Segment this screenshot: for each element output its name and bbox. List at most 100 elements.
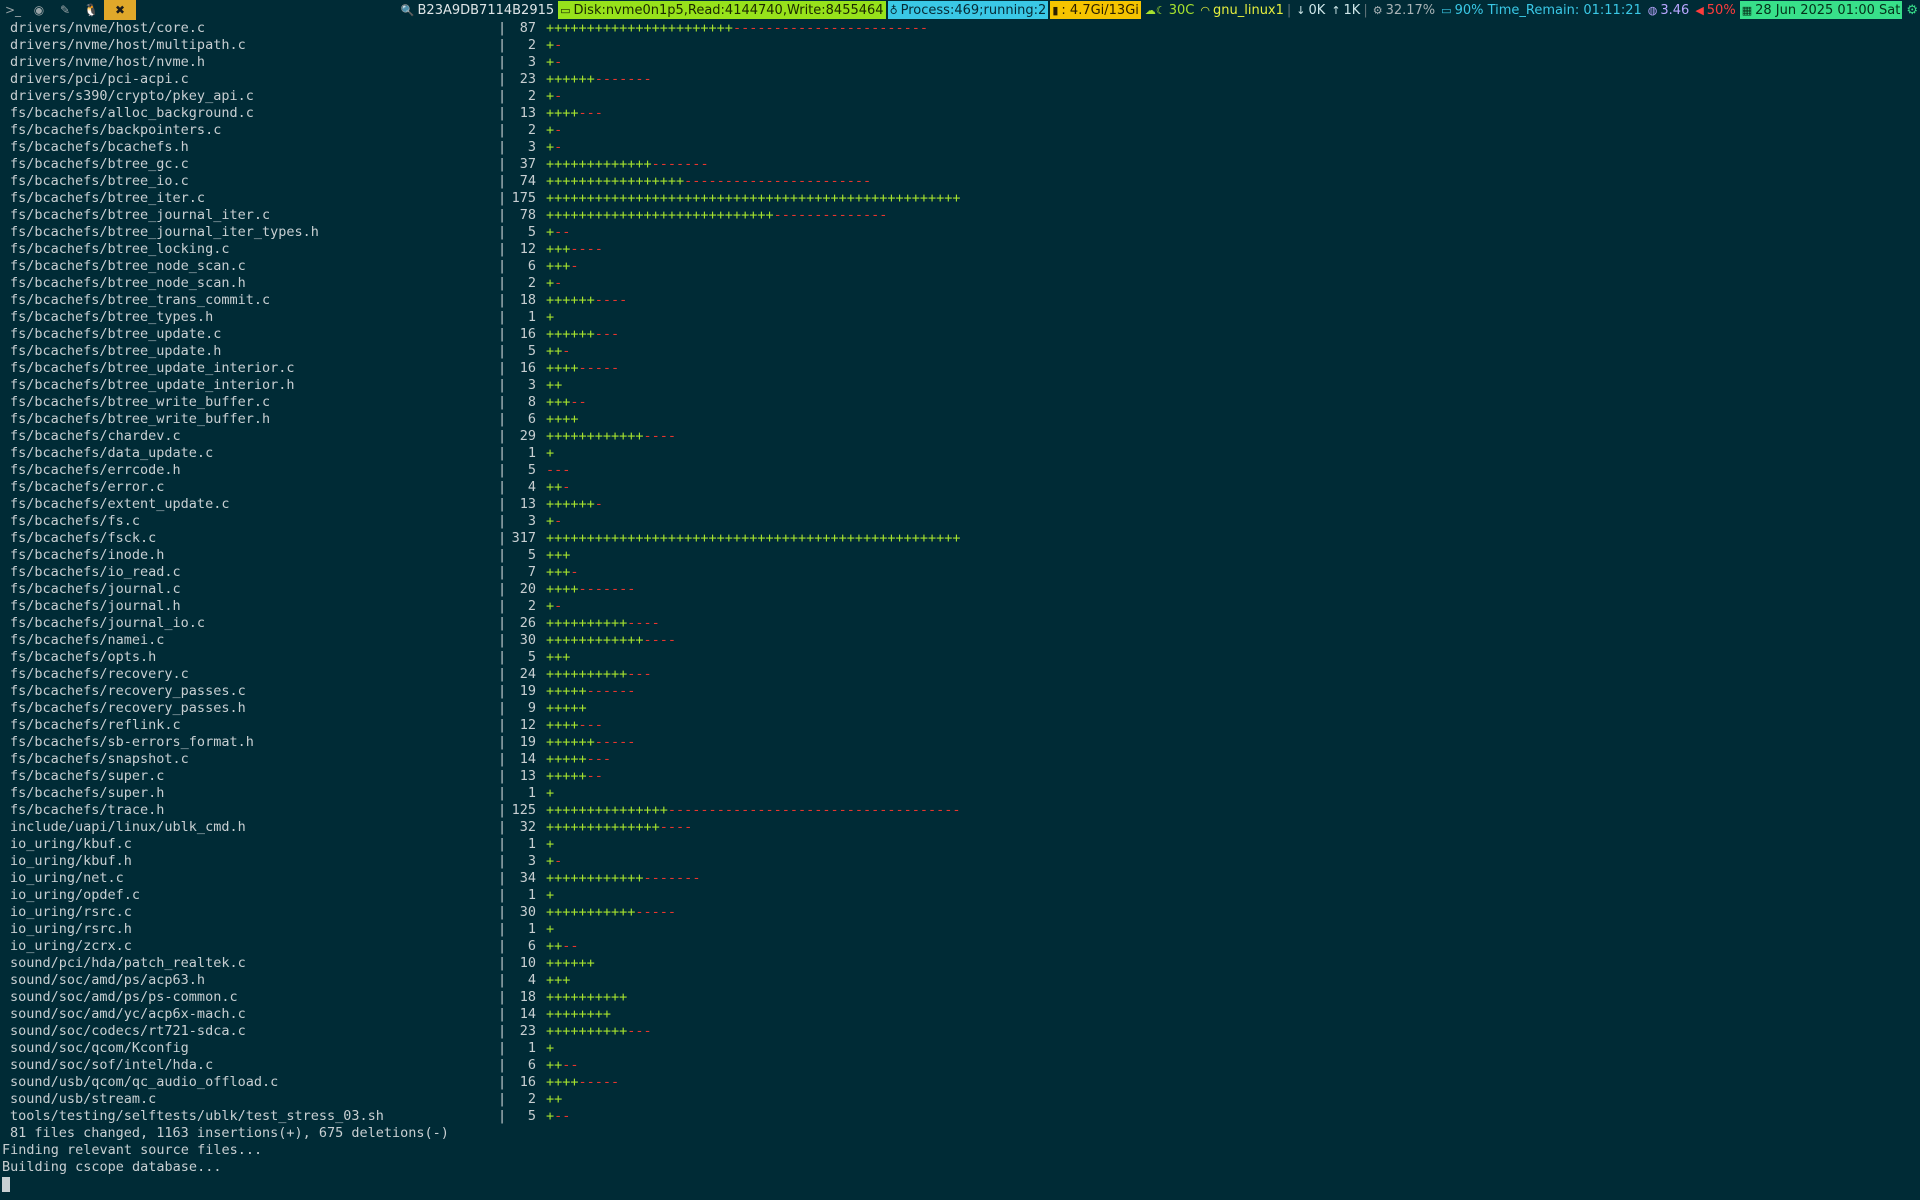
- prompt-line[interactable]: [0, 1176, 1920, 1193]
- file-path: drivers/pci/pci-acpi.c: [10, 71, 189, 87]
- arrow-down-icon: ↓: [1296, 3, 1306, 17]
- column-separator: |: [498, 870, 507, 886]
- file-path: fs/bcachefs/error.c: [10, 479, 165, 495]
- column-separator: |: [498, 275, 507, 291]
- change-count: 3: [527, 377, 536, 393]
- diffstat-row: fs/bcachefs/backpointers.c | 2 +-: [0, 122, 1920, 139]
- insertions-bar: ++++++++++: [546, 1023, 628, 1039]
- diffstat-row: fs/bcachefs/btree_journal_iter.c | 78 +++++…: [0, 207, 1920, 224]
- insertions-bar: ++++: [546, 717, 579, 733]
- insertions-bar: ++++++: [546, 955, 595, 971]
- column-separator: |: [498, 20, 507, 36]
- column-separator: |: [498, 411, 507, 427]
- file-path: fs/bcachefs/recovery_passes.h: [10, 700, 246, 716]
- terminal-icon[interactable]: >_: [0, 0, 26, 20]
- column-separator: |: [498, 819, 507, 835]
- diffstat-row: fs/bcachefs/inode.h | 5 +++: [0, 547, 1920, 564]
- column-separator: |: [498, 649, 507, 665]
- change-count: 9: [527, 700, 536, 716]
- change-graph: ++++++++++++----: [546, 632, 676, 649]
- deletions-bar: -----: [635, 904, 677, 920]
- terminal-cursor: [2, 1177, 10, 1192]
- file-path: fs/bcachefs/btree_write_buffer.h: [10, 411, 271, 427]
- diffstat-row: fs/bcachefs/btree_write_buffer.h | 6 ++++: [0, 411, 1920, 428]
- tray-app-icon[interactable]: ⚙: [1906, 3, 1918, 18]
- edit-icon[interactable]: ✎: [52, 0, 78, 20]
- change-count: 3: [527, 853, 536, 869]
- file-path: drivers/s390/crypto/pkey_api.c: [10, 88, 254, 104]
- change-count: 14: [519, 1006, 536, 1022]
- change-count: 78: [519, 207, 536, 223]
- file-path: fs/bcachefs/fs.c: [10, 513, 141, 529]
- diffstat-row: io_uring/zcrx.c | 6 ++--: [0, 938, 1920, 955]
- column-separator: |: [498, 394, 507, 410]
- deletions-bar: -: [554, 37, 563, 53]
- workspace-list: >_ ◉ ✎ 🐧 ✖: [0, 0, 136, 20]
- change-count: 87: [519, 20, 536, 36]
- tools-icon[interactable]: ✖: [104, 0, 136, 20]
- memory-segment: ▮ : 4.7Gi/13Gi: [1050, 1, 1141, 19]
- insertions-bar: +++: [546, 649, 571, 665]
- insertions-bar: ++++++++++++++: [546, 819, 660, 835]
- disk-icon: ▭: [560, 3, 571, 17]
- diffstat-row: fs/bcachefs/reflink.c | 12 ++++---: [0, 717, 1920, 734]
- diffstat-row: sound/pci/hda/patch_realtek.c | 10 ++++++: [0, 955, 1920, 972]
- change-graph: +++++++++++-----: [546, 904, 676, 921]
- diffstat-row: fs/bcachefs/errcode.h | 5 ---: [0, 462, 1920, 479]
- file-path: fs/bcachefs/btree_types.h: [10, 309, 214, 325]
- change-graph: ++++++: [546, 955, 595, 972]
- diffstat-row: io_uring/opdef.c | 1 +: [0, 887, 1920, 904]
- change-count: 5: [527, 224, 536, 240]
- file-path: fs/bcachefs/btree_locking.c: [10, 241, 230, 257]
- change-graph: ++++++++++++++++++++++++++++------------…: [546, 207, 887, 224]
- change-graph: ++++++++++++-------: [546, 870, 700, 887]
- change-graph: +-: [546, 139, 562, 156]
- tray-segment[interactable]: ⚙: [1904, 1, 1920, 19]
- file-path: fs/bcachefs/namei.c: [10, 632, 165, 648]
- linux-icon[interactable]: 🐧: [78, 0, 104, 20]
- change-graph: ++-: [546, 479, 570, 496]
- diffstat-row: fs/bcachefs/btree_iter.c | 175 ++++++++++++…: [0, 190, 1920, 207]
- change-count: 34: [519, 870, 536, 886]
- column-separator: |: [498, 343, 507, 359]
- wifi-segment: ◠ gnu_linux1: [1198, 1, 1286, 19]
- insertions-bar: +: [546, 836, 555, 852]
- diffstat-row: drivers/pci/pci-acpi.c | 23 ++++++-------: [0, 71, 1920, 88]
- change-count: 32: [519, 819, 536, 835]
- change-graph: ++++++++++: [546, 989, 627, 1006]
- net-down-segment: ↓ 0K: [1294, 1, 1327, 19]
- change-graph: ++++: [546, 411, 579, 428]
- terminal-window[interactable]: drivers/nvme/host/core.c | 87 +++++++++++++…: [0, 20, 1920, 1200]
- change-count: 18: [519, 989, 536, 1005]
- insertions-bar: ++++: [546, 1074, 579, 1090]
- change-count: 2: [527, 122, 536, 138]
- file-path: sound/soc/amd/ps/ps-common.c: [10, 989, 238, 1005]
- file-path: fs/bcachefs/btree_gc.c: [10, 156, 189, 172]
- change-graph: +++++++++++++++-------------------------…: [546, 802, 961, 819]
- deletions-bar: --: [586, 768, 603, 784]
- insertions-bar: +: [546, 54, 555, 70]
- insertions-bar: +: [546, 122, 555, 138]
- insertions-bar: ++++++++++++++++++++++++++++++++++++++++…: [546, 190, 961, 206]
- volume-segment[interactable]: ◀ 50%: [1693, 1, 1737, 19]
- change-graph: +++: [546, 972, 570, 989]
- column-separator: |: [498, 173, 507, 189]
- column-separator: |: [498, 207, 507, 223]
- change-count: 2: [527, 275, 536, 291]
- change-graph: +++: [546, 547, 570, 564]
- insertions-bar: ++++++++++++: [546, 870, 644, 886]
- column-separator: |: [498, 1023, 507, 1039]
- deletions-bar: -: [554, 88, 563, 104]
- column-separator: |: [498, 190, 507, 206]
- deletions-bar: ---: [578, 717, 603, 733]
- change-count: 16: [519, 1074, 536, 1090]
- key-icon: 🔍: [400, 3, 415, 17]
- diffstat-row: fs/bcachefs/btree_trans_commit.c | 18 +++++…: [0, 292, 1920, 309]
- browser-icon[interactable]: ◉: [26, 0, 52, 20]
- diffstat-row: sound/soc/amd/ps/ps-common.c | 18 +++++++++…: [0, 989, 1920, 1006]
- insertions-bar: +: [546, 37, 555, 53]
- status-bar: >_ ◉ ✎ 🐧 ✖ 🔍 B23A9DB7114B2915 ▭ Disk:nvme0n1…: [0, 0, 1920, 20]
- deletions-bar: ----: [659, 819, 693, 835]
- column-separator: |: [498, 88, 507, 104]
- change-graph: ++++++-----: [546, 734, 635, 751]
